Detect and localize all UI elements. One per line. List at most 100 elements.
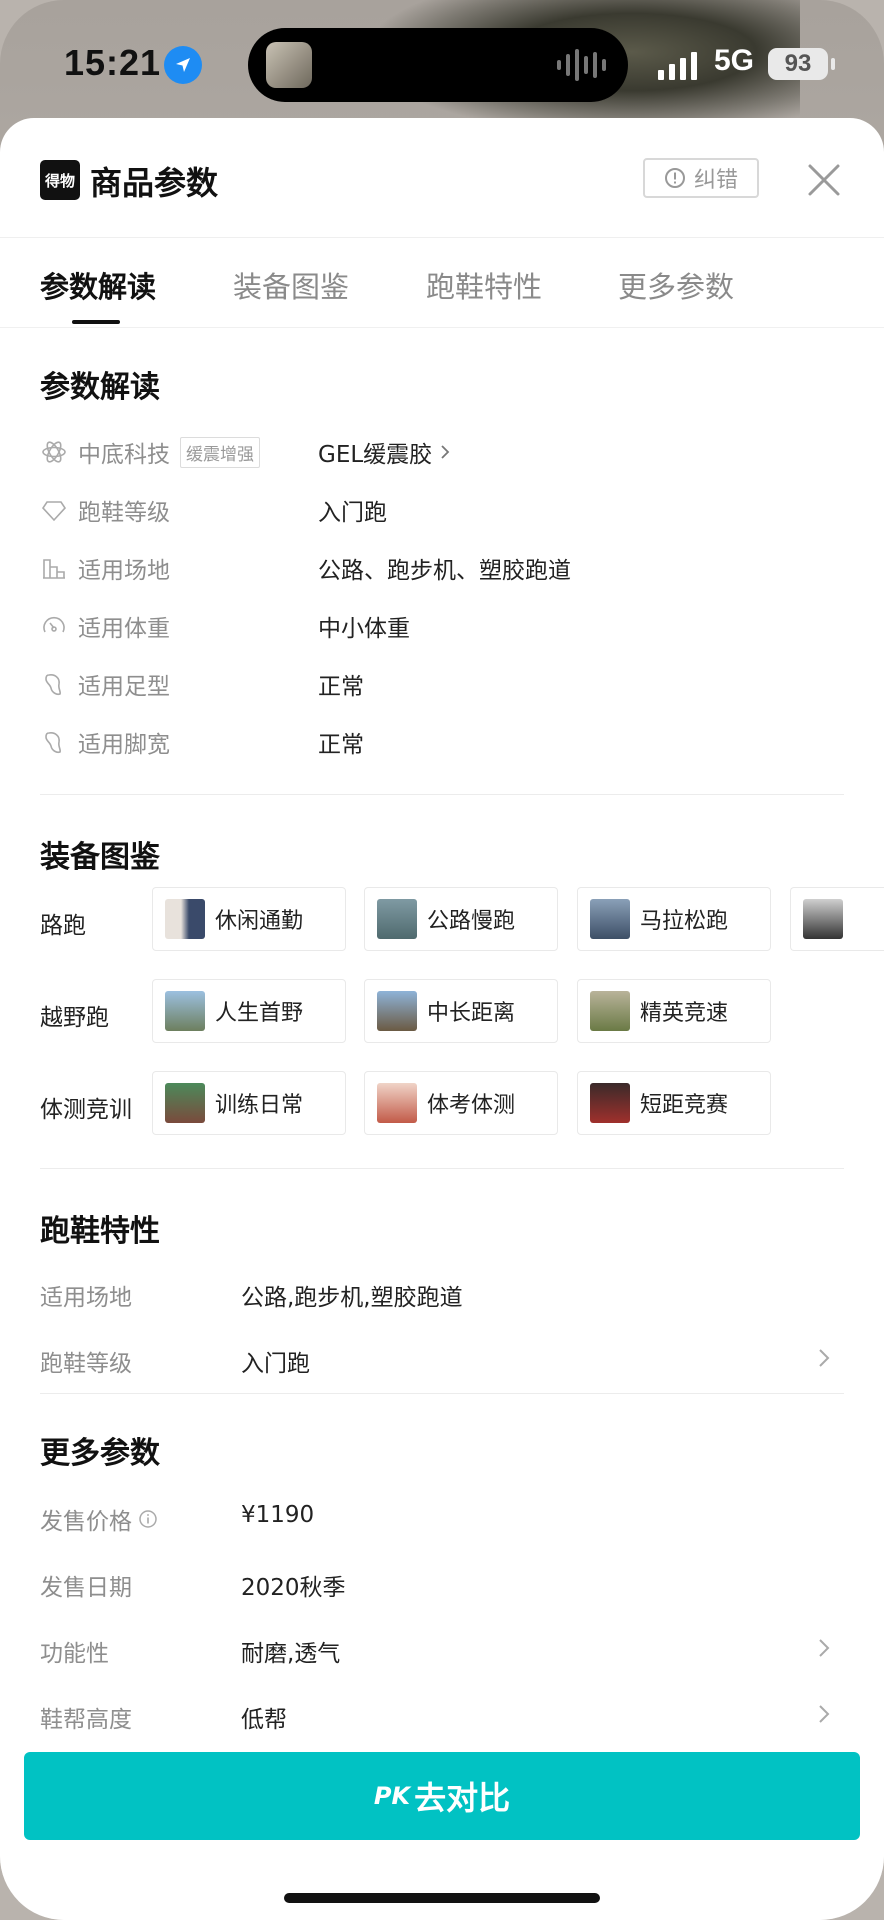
more-value: 耐磨,透气 (241, 1641, 341, 1667)
gauge-icon (40, 612, 68, 640)
gear-thumbnail (377, 1083, 417, 1123)
home-indicator[interactable] (284, 1893, 600, 1903)
info-circle-icon (664, 168, 685, 188)
active-tab-indicator (72, 320, 120, 324)
gear-card[interactable]: 休闲通勤 (152, 887, 346, 951)
battery-indicator: 93 (768, 48, 835, 80)
param-label: 跑鞋等级 (78, 500, 170, 526)
gear-card-partial[interactable] (790, 887, 884, 951)
gear-card-label: 马拉松跑 (640, 909, 729, 934)
trait-value: 公路,跑步机,塑胶跑道 (241, 1285, 463, 1311)
param-row-level: 跑鞋等级 入门跑 (40, 490, 860, 530)
more-row-collar-height[interactable]: 鞋帮高度 低帮 (40, 1694, 840, 1734)
audio-waveform-icon (557, 48, 606, 82)
gear-card[interactable]: 马拉松跑 (577, 887, 771, 951)
gear-group-label: 路跑 (40, 913, 86, 939)
param-row-weight: 适用体重 中小体重 (40, 606, 860, 646)
gear-thumbnail (803, 899, 843, 939)
info-circle-icon[interactable] (138, 1509, 158, 1529)
gear-card[interactable]: 精英竞速 (577, 979, 771, 1043)
param-value: 正常 (318, 732, 364, 758)
param-row-foot-type: 适用足型 正常 (40, 664, 860, 704)
trait-value: 入门跑 (241, 1351, 310, 1377)
tab-param-interpretation[interactable]: 参数解读 (40, 264, 156, 306)
pk-compare-button[interactable]: PK 去对比 (24, 1752, 860, 1840)
section-title-traits: 跑鞋特性 (40, 1214, 160, 1249)
more-label-wrap: 发售价格 (40, 1502, 158, 1536)
gear-card-label: 精英竞速 (640, 1001, 729, 1026)
gear-thumbnail (377, 991, 417, 1031)
foot-icon (40, 728, 68, 756)
dynamic-island[interactable] (248, 28, 628, 102)
param-label: 适用脚宽 (78, 732, 170, 758)
tab-shoe-traits[interactable]: 跑鞋特性 (426, 264, 542, 306)
more-value: ¥1190 (241, 1502, 315, 1528)
param-value: 入门跑 (318, 500, 387, 526)
trait-row-venue: 适用场地 公路,跑步机,塑胶跑道 (40, 1272, 840, 1312)
now-playing-artwork (266, 42, 312, 88)
chevron-right-icon (819, 1639, 830, 1657)
device-screen: 15:21 5G 93 得物 商品参数 纠错 参数解读 装备图鉴 跑鞋特性 更多… (0, 0, 884, 1920)
gear-card-label: 人生首野 (215, 1001, 304, 1026)
tab-gear-guide[interactable]: 装备图鉴 (233, 264, 349, 306)
gear-thumbnail (165, 1083, 205, 1123)
section-divider (40, 1168, 844, 1169)
gear-card[interactable]: 短距竞赛 (577, 1071, 771, 1135)
more-label: 发售日期 (40, 1575, 132, 1601)
gear-card[interactable]: 体考体测 (364, 1071, 558, 1135)
gear-card-label: 休闲通勤 (215, 909, 304, 934)
cellular-signal-icon (658, 52, 697, 80)
trait-row-level[interactable]: 跑鞋等级 入门跑 (40, 1338, 840, 1378)
more-row-function[interactable]: 功能性 耐磨,透气 (40, 1628, 840, 1668)
param-value: 正常 (318, 674, 364, 700)
chevron-right-icon (819, 1349, 830, 1367)
pk-badge: PK (373, 1782, 411, 1810)
section-divider (40, 794, 844, 795)
gear-card-label: 训练日常 (215, 1093, 304, 1118)
chevron-right-icon (819, 1705, 830, 1723)
trait-label: 适用场地 (40, 1285, 132, 1311)
section-title-more: 更多参数 (40, 1436, 160, 1471)
gear-card[interactable]: 中长距离 (364, 979, 558, 1043)
atom-icon (40, 438, 68, 466)
param-label: 适用场地 (78, 558, 170, 584)
more-value: 低帮 (241, 1707, 287, 1733)
gear-group-label: 体测竞训 (40, 1097, 132, 1123)
close-button[interactable] (802, 158, 846, 202)
gear-card[interactable]: 人生首野 (152, 979, 346, 1043)
more-label: 发售价格 (40, 1509, 132, 1535)
chevron-right-icon (441, 445, 450, 459)
pk-compare-label: 去对比 (414, 1779, 511, 1817)
more-label: 鞋帮高度 (40, 1707, 132, 1733)
section-title-params: 参数解读 (40, 370, 160, 405)
param-label: 适用足型 (78, 674, 170, 700)
param-tag: 缓震增强 (180, 436, 260, 468)
report-error-button[interactable]: 纠错 (643, 158, 759, 198)
param-value: 中小体重 (318, 616, 410, 642)
param-value: GEL缓震胶 (318, 442, 433, 468)
close-icon (808, 164, 840, 196)
gear-card[interactable]: 公路慢跑 (364, 887, 558, 951)
gear-card[interactable]: 训练日常 (152, 1071, 346, 1135)
product-params-sheet: 得物 商品参数 纠错 参数解读 装备图鉴 跑鞋特性 更多参数 参数解读 中底科技… (0, 118, 884, 1920)
location-arrow-icon (164, 46, 202, 84)
more-value: 2020秋季 (241, 1575, 346, 1601)
param-value-link[interactable]: GEL缓震胶 (318, 435, 452, 469)
gear-card-label: 短距竞赛 (640, 1093, 729, 1118)
param-label: 适用体重 (78, 616, 170, 642)
param-row-midsole: 中底科技 缓震增强 GEL缓震胶 (40, 432, 860, 472)
tab-more-params[interactable]: 更多参数 (618, 264, 734, 306)
more-label: 功能性 (40, 1641, 109, 1667)
trait-label: 跑鞋等级 (40, 1351, 132, 1377)
gear-thumbnail (165, 899, 205, 939)
report-error-label: 纠错 (693, 168, 738, 193)
more-row-release-date: 发售日期 2020秋季 (40, 1562, 840, 1602)
status-bar: 15:21 5G 93 (0, 0, 884, 120)
diamond-icon (40, 496, 68, 524)
gear-thumbnail (165, 991, 205, 1031)
gear-thumbnail (590, 1083, 630, 1123)
gear-thumbnail (377, 899, 417, 939)
gear-card-label: 体考体测 (427, 1093, 516, 1118)
more-row-price: 发售价格 ¥1190 (40, 1496, 840, 1536)
gear-thumbnail (590, 899, 630, 939)
